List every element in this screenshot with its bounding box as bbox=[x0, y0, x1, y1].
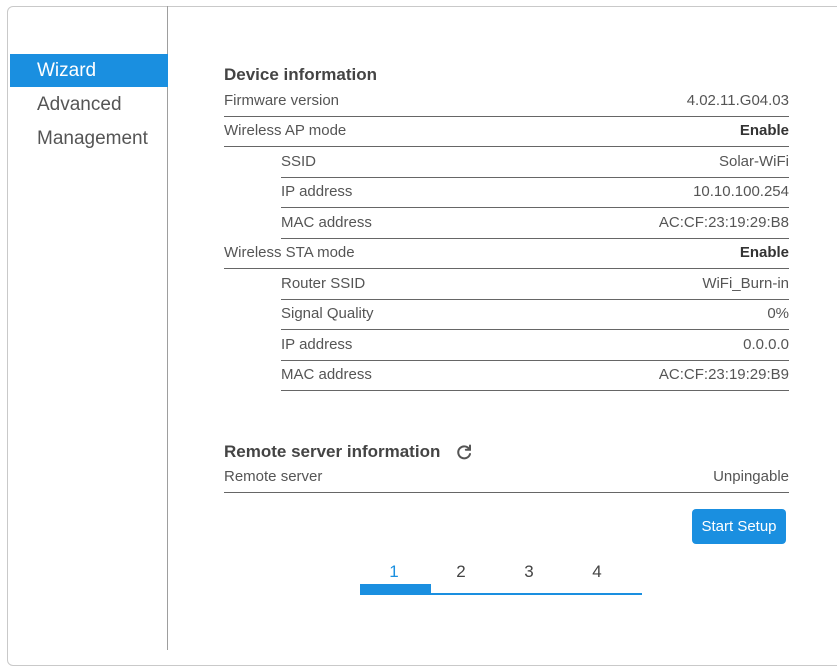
ap-ip-address-value: 10.10.100.254 bbox=[693, 183, 789, 200]
ap-ssid-value: Solar-WiFi bbox=[719, 153, 789, 170]
remote-server-value: Unpingable bbox=[713, 468, 789, 485]
ap-mac-address-row: MAC address AC:CF:23:19:29:B8 bbox=[281, 208, 789, 239]
sidebar-item-management[interactable]: Management bbox=[10, 122, 168, 155]
ap-ssid-label: SSID bbox=[281, 153, 317, 170]
device-information-title: Device information bbox=[224, 65, 378, 84]
ap-ip-address-row: IP address 10.10.100.254 bbox=[281, 177, 789, 208]
step-1[interactable]: 1 bbox=[384, 562, 404, 582]
sidebar: Wizard Advanced Management bbox=[7, 6, 168, 650]
sta-ip-address-value: 0.0.0.0 bbox=[743, 336, 789, 353]
remote-server-information-title: Remote server information bbox=[224, 442, 441, 461]
signal-quality-row: Signal Quality 0% bbox=[281, 299, 789, 330]
signal-quality-label: Signal Quality bbox=[281, 305, 374, 322]
firmware-version-row: Firmware version 4.02.11.G04.03 bbox=[224, 86, 789, 117]
router-ssid-row: Router SSID WiFi_Burn-in bbox=[281, 269, 789, 300]
sidebar-item-advanced[interactable]: Advanced bbox=[10, 88, 168, 121]
sta-mac-address-row: MAC address AC:CF:23:19:29:B9 bbox=[281, 360, 789, 391]
firmware-version-value: 4.02.11.G04.03 bbox=[686, 92, 789, 109]
ap-ip-address-label: IP address bbox=[281, 183, 353, 200]
signal-quality-value: 0% bbox=[767, 305, 789, 322]
step-2[interactable]: 2 bbox=[451, 562, 471, 582]
remote-server-row: Remote server Unpingable bbox=[224, 462, 789, 493]
wireless-sta-mode-value: Enable bbox=[739, 244, 789, 261]
sta-ip-address-row: IP address 0.0.0.0 bbox=[281, 330, 789, 361]
sta-mac-address-label: MAC address bbox=[281, 366, 372, 383]
wireless-ap-mode-row: Wireless AP mode Enable bbox=[224, 116, 789, 147]
sta-ip-address-label: IP address bbox=[281, 336, 353, 353]
wireless-ap-mode-label: Wireless AP mode bbox=[224, 122, 347, 139]
wireless-sta-mode-label: Wireless STA mode bbox=[224, 244, 355, 261]
router-ssid-label: Router SSID bbox=[281, 275, 366, 292]
firmware-version-label: Firmware version bbox=[224, 92, 340, 109]
ap-ssid-row: SSID Solar-WiFi bbox=[281, 147, 789, 178]
sta-mac-address-value: AC:CF:23:19:29:B9 bbox=[658, 366, 789, 383]
start-setup-button[interactable]: Start Setup bbox=[692, 509, 786, 544]
ap-mac-address-label: MAC address bbox=[281, 214, 372, 231]
sidebar-item-wizard[interactable]: Wizard bbox=[10, 54, 168, 87]
step-3[interactable]: 3 bbox=[519, 562, 539, 582]
wireless-sta-mode-row: Wireless STA mode Enable bbox=[224, 238, 789, 269]
stepper-progress-bar bbox=[360, 584, 431, 595]
router-ssid-value: WiFi_Burn-in bbox=[702, 275, 789, 292]
ap-mac-address-value: AC:CF:23:19:29:B8 bbox=[658, 214, 789, 231]
remote-server-label: Remote server bbox=[224, 468, 323, 485]
refresh-icon[interactable] bbox=[455, 443, 473, 461]
wireless-ap-mode-value: Enable bbox=[739, 122, 789, 139]
step-4[interactable]: 4 bbox=[587, 562, 607, 582]
